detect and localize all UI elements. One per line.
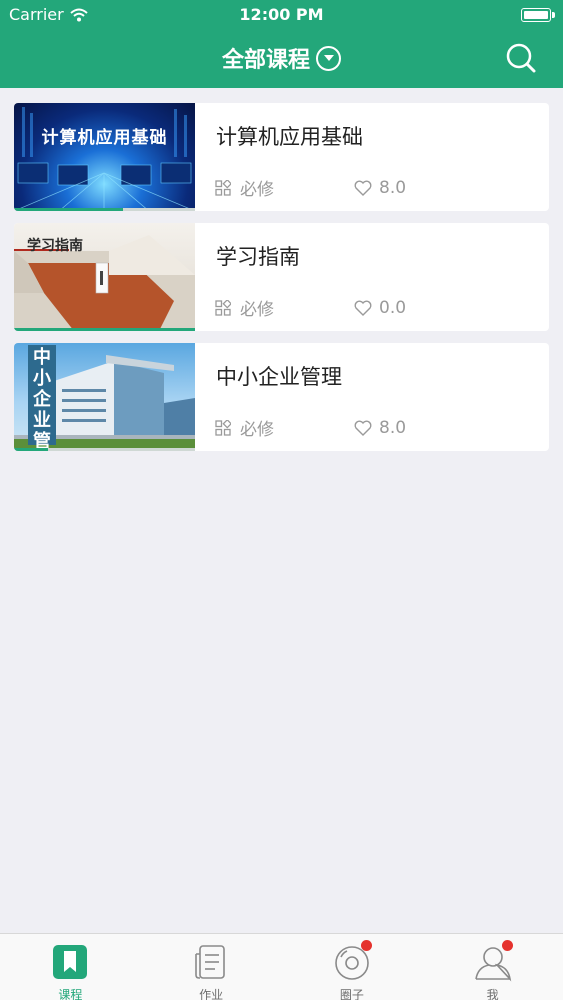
thumbnail-caption: 计算机应用基础 <box>41 128 168 148</box>
course-progress-bar <box>14 328 195 331</box>
course-type: 必修 <box>240 300 274 320</box>
document-icon <box>191 942 231 982</box>
course-list: 计算机应用基础 计算机应用基础 必修 8.0 学习指南 学习指南 必修 0.0 … <box>14 103 549 463</box>
tab-label: 圈子 <box>339 988 364 1000</box>
tab-bar: 课程 作业 圈子 我 <box>0 933 563 1000</box>
course-rating: 8.0 <box>379 177 407 198</box>
app-header: Carrier 12:00 PM 全部课程 <box>0 0 563 88</box>
user-icon <box>473 940 513 982</box>
tab-label: 课程 <box>58 988 83 1000</box>
course-thumbnail: 中小企业管理 <box>14 343 195 451</box>
course-type: 必修 <box>240 420 274 440</box>
course-progress-fill <box>14 448 49 451</box>
heart-icon <box>354 420 372 436</box>
course-card[interactable]: 学习指南 学习指南 必修 0.0 <box>14 223 549 331</box>
tab-me[interactable]: 我 <box>422 934 563 1000</box>
tab-label: 我 <box>486 988 499 1000</box>
search-button[interactable] <box>503 40 539 76</box>
disc-icon <box>332 940 372 982</box>
notification-badge <box>501 940 513 951</box>
course-card[interactable]: 计算机应用基础 计算机应用基础 必修 8.0 <box>14 103 549 211</box>
thumbnail-caption: 学习指南 <box>27 238 83 254</box>
heart-icon <box>354 180 372 196</box>
status-bar: Carrier 12:00 PM <box>0 0 563 30</box>
course-progress-fill <box>14 208 123 211</box>
thumbnail-caption: 中小企业管理 <box>28 345 56 451</box>
course-thumbnail: 学习指南 <box>14 223 195 331</box>
course-title: 计算机应用基础 <box>216 125 363 149</box>
course-progress-fill <box>14 328 195 331</box>
tab-label: 作业 <box>199 988 224 1000</box>
course-title: 学习指南 <box>216 245 300 269</box>
tab-courses[interactable]: 课程 <box>0 934 141 1000</box>
page-title: 全部课程 <box>221 48 310 73</box>
course-thumbnail: 计算机应用基础 <box>14 103 195 211</box>
notification-badge <box>360 940 372 951</box>
battery-icon <box>521 8 555 22</box>
tab-homework[interactable]: 作业 <box>141 934 282 1000</box>
course-filter-dropdown[interactable]: 全部课程 <box>0 40 563 76</box>
heart-icon <box>354 300 372 316</box>
course-meta: 必修 0.0 <box>215 295 406 320</box>
bookmark-icon <box>50 942 90 982</box>
chevron-down-circle-icon <box>316 45 341 71</box>
course-progress-bar <box>14 208 195 211</box>
course-meta: 必修 8.0 <box>215 175 406 200</box>
category-grid-icon <box>215 419 231 436</box>
course-card[interactable]: 中小企业管理 中小企业管理 必修 8.0 <box>14 343 549 451</box>
search-icon <box>506 43 536 73</box>
course-meta: 必修 8.0 <box>215 415 406 440</box>
course-title: 中小企业管理 <box>216 365 342 389</box>
status-time: 12:00 PM <box>239 5 324 24</box>
course-rating: 8.0 <box>379 417 407 438</box>
course-progress-bar <box>14 448 195 451</box>
course-type: 必修 <box>240 180 274 200</box>
tab-circle[interactable]: 圈子 <box>282 934 423 1000</box>
course-rating: 0.0 <box>379 297 407 318</box>
category-grid-icon <box>215 179 231 196</box>
category-grid-icon <box>215 299 231 316</box>
